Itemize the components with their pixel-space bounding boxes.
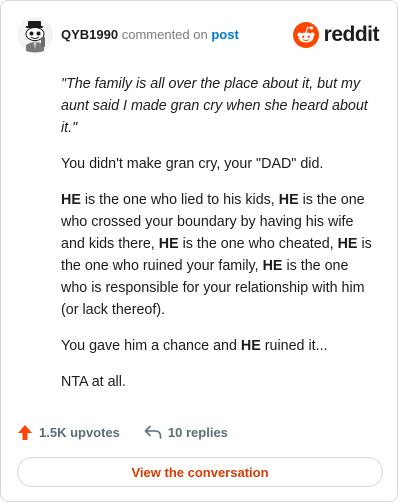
- comment-card: QYB1990 commented on post reddit "The fa…: [0, 0, 398, 502]
- bold-he: HE: [337, 236, 358, 252]
- upvote-count: 1.5K upvotes: [39, 424, 120, 440]
- upvote-button[interactable]: 1.5K upvotes: [17, 424, 120, 441]
- upvote-arrow-icon: [18, 424, 32, 440]
- comment-paragraph: HE is the one who lied to his kids, HE i…: [61, 192, 372, 318]
- bold-he: HE: [278, 192, 299, 208]
- snoo-avatar-icon: [17, 17, 53, 53]
- comment-paragraph: NTA at all.: [61, 374, 126, 390]
- comment-body: "The family is all over the place about …: [61, 73, 373, 407]
- user-avatar[interactable]: [17, 17, 53, 53]
- username[interactable]: QYB1990: [61, 27, 118, 42]
- replies-button[interactable]: 10 replies: [144, 425, 228, 440]
- comment-paragraph: You didn't make gran cry, your "DAD" did…: [61, 156, 324, 172]
- view-conversation-button[interactable]: View the conversation: [17, 457, 383, 487]
- replies-count: 10 replies: [167, 424, 228, 440]
- comment-header: QYB1990 commented on post reddit: [17, 17, 381, 53]
- post-link[interactable]: post: [211, 27, 238, 42]
- quoted-text: "The family is all over the place about …: [61, 76, 368, 136]
- bold-he: HE: [61, 192, 81, 208]
- reddit-wordmark: reddit: [323, 23, 380, 46]
- comment-paragraph: You gave him a chance and HE ruined it..…: [61, 338, 328, 354]
- bold-he: HE: [262, 258, 283, 274]
- reddit-snoo-icon: [292, 22, 319, 48]
- commented-on-text: commented on: [121, 27, 208, 42]
- comment-actions: 1.5K upvotes 10 replies: [17, 421, 252, 443]
- reddit-logo[interactable]: reddit: [292, 20, 380, 50]
- comment-meta: QYB1990 commented on post: [61, 27, 239, 43]
- bold-he: HE: [158, 236, 179, 252]
- bold-he: HE: [240, 338, 261, 354]
- reply-arrow-icon: [144, 425, 162, 439]
